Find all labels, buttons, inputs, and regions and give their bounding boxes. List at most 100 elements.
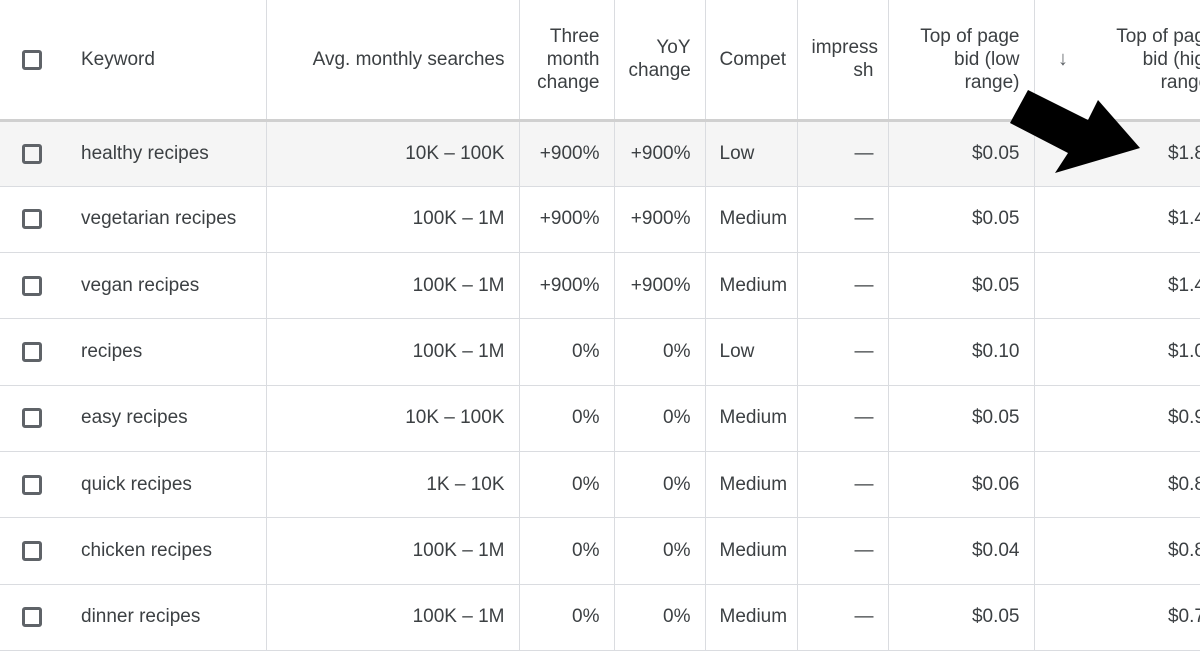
- impression-share-cell: —: [797, 252, 889, 319]
- row-select-cell: [0, 120, 66, 186]
- keyword-cell: dinner recipes: [66, 584, 267, 651]
- yoy-change-cell: 0%: [614, 517, 706, 585]
- top-bid-high-cell: $0.81: [1034, 517, 1200, 585]
- table-row[interactable]: dinner recipes 100K – 1M 0% 0% Medium — $0.05 $…: [0, 584, 1200, 651]
- row-checkbox[interactable]: [22, 143, 42, 164]
- avg-monthly-searches-cell: 100K – 1M: [266, 252, 520, 319]
- top-bid-low-cell: $0.05: [888, 385, 1035, 452]
- three-month-change-cell: 0%: [519, 318, 615, 386]
- yoy-change-cell: 0%: [614, 584, 706, 651]
- yoy-change-cell: +900%: [614, 252, 706, 319]
- three-month-change-cell: 0%: [519, 385, 615, 452]
- top-bid-high-cell: $0.82: [1034, 451, 1200, 518]
- keyword-cell: easy recipes: [66, 385, 267, 452]
- impression-share-cell: —: [797, 186, 889, 253]
- top-bid-high-cell: $0.74: [1034, 584, 1200, 651]
- column-header-keyword[interactable]: Keyword: [66, 0, 267, 122]
- avg-monthly-searches-cell: 10K – 100K: [266, 120, 520, 187]
- top-bid-low-cell: $0.06: [888, 451, 1035, 518]
- top-bid-high-cell: $1.42: [1034, 252, 1200, 319]
- column-header-yoy-change[interactable]: YoY change: [614, 0, 706, 122]
- avg-monthly-searches-cell: 1K – 10K: [266, 451, 520, 518]
- keyword-cell: recipes: [66, 318, 267, 386]
- yoy-change-cell: 0%: [614, 451, 706, 518]
- top-bid-low-cell: $0.10: [888, 318, 1035, 386]
- yoy-change-cell: +900%: [614, 186, 706, 253]
- column-header-competition[interactable]: Compet: [705, 0, 798, 122]
- row-select-cell: [0, 451, 66, 517]
- competition-cell: Low: [705, 120, 798, 187]
- three-month-change-cell: +900%: [519, 186, 615, 253]
- yoy-change-cell: +900%: [614, 120, 706, 187]
- impression-share-cell: —: [797, 318, 889, 386]
- sort-descending-icon[interactable]: ↓: [1058, 48, 1068, 71]
- impression-share-cell: —: [797, 584, 889, 651]
- table-row[interactable]: easy recipes 10K – 100K 0% 0% Medium — $0.05 $0…: [0, 385, 1200, 452]
- select-all-cell: [0, 0, 66, 122]
- row-select-cell: [0, 186, 66, 252]
- top-bid-high-label: Top of page bid (high range): [1116, 25, 1200, 93]
- row-select-cell: [0, 385, 66, 451]
- top-bid-low-cell: $0.05: [888, 584, 1035, 651]
- yoy-change-cell: 0%: [614, 385, 706, 452]
- top-bid-high-cell: $1.80: [1034, 120, 1200, 187]
- competition-cell: Medium: [705, 385, 798, 452]
- avg-monthly-searches-cell: 100K – 1M: [266, 318, 520, 386]
- header-row: Keyword Avg. monthly searches Three mont…: [0, 0, 1200, 122]
- avg-monthly-searches-cell: 100K – 1M: [266, 517, 520, 585]
- three-month-change-cell: +900%: [519, 120, 615, 187]
- top-bid-high-cell: $0.91: [1034, 385, 1200, 452]
- three-month-change-cell: 0%: [519, 451, 615, 518]
- competition-cell: Low: [705, 318, 798, 386]
- row-checkbox[interactable]: [22, 540, 42, 561]
- table-row[interactable]: vegetarian recipes 100K – 1M +900% +900% Med…: [0, 186, 1200, 253]
- row-checkbox[interactable]: [22, 408, 42, 429]
- row-checkbox[interactable]: [22, 209, 42, 230]
- keyword-cell: healthy recipes: [66, 120, 267, 187]
- avg-monthly-searches-cell: 100K – 1M: [266, 584, 520, 651]
- three-month-change-cell: 0%: [519, 584, 615, 651]
- column-header-top-bid-low[interactable]: Top of page bid (low range): [888, 0, 1035, 122]
- avg-monthly-searches-cell: 10K – 100K: [266, 385, 520, 452]
- row-select-cell: [0, 253, 66, 319]
- column-header-impression-share[interactable]: impress sh: [797, 0, 889, 122]
- select-all-checkbox[interactable]: [22, 49, 42, 70]
- top-bid-low-cell: $0.05: [888, 186, 1035, 253]
- row-select-cell: [0, 518, 66, 584]
- top-bid-high-cell: $1.42: [1034, 186, 1200, 253]
- column-header-avg-monthly-searches[interactable]: Avg. monthly searches: [266, 0, 520, 122]
- row-checkbox[interactable]: [22, 474, 42, 495]
- top-bid-high-cell: $1.01: [1034, 318, 1200, 386]
- competition-cell: Medium: [705, 252, 798, 319]
- column-header-three-month-change[interactable]: Three month change: [519, 0, 615, 122]
- row-checkbox[interactable]: [22, 275, 42, 296]
- table-row[interactable]: vegan recipes 100K – 1M +900% +900% Medium — $…: [0, 252, 1200, 319]
- competition-cell: Medium: [705, 584, 798, 651]
- impression-share-cell: —: [797, 517, 889, 585]
- impression-share-cell: —: [797, 451, 889, 518]
- avg-monthly-searches-cell: 100K – 1M: [266, 186, 520, 253]
- keyword-cell: quick recipes: [66, 451, 267, 518]
- competition-cell: Medium: [705, 186, 798, 253]
- row-checkbox[interactable]: [22, 342, 42, 363]
- competition-cell: Medium: [705, 451, 798, 518]
- table-row[interactable]: healthy recipes 10K – 100K +900% +900% Low — $…: [0, 120, 1200, 187]
- keyword-cell: vegetarian recipes: [66, 186, 267, 253]
- three-month-change-cell: 0%: [519, 517, 615, 585]
- row-select-cell: [0, 584, 66, 650]
- row-select-cell: [0, 319, 66, 385]
- keyword-cell: vegan recipes: [66, 252, 267, 319]
- keyword-ideas-table: Keyword Avg. monthly searches Three mont…: [0, 0, 1200, 651]
- impression-share-cell: —: [797, 120, 889, 187]
- table-row[interactable]: chicken recipes 100K – 1M 0% 0% Medium — $0.04…: [0, 517, 1200, 585]
- row-checkbox[interactable]: [22, 607, 42, 628]
- top-bid-low-cell: $0.05: [888, 120, 1035, 187]
- competition-cell: Medium: [705, 517, 798, 585]
- table-row[interactable]: recipes100K – 1M0%0%Low—$0.10$1.01: [0, 318, 1200, 386]
- keyword-cell: chicken recipes: [66, 517, 267, 585]
- top-bid-low-cell: $0.04: [888, 517, 1035, 585]
- three-month-change-cell: +900%: [519, 252, 615, 319]
- table-row[interactable]: quick recipes 1K – 10K 0% 0% Medium — $0.06 $0.…: [0, 451, 1200, 518]
- yoy-change-cell: 0%: [614, 318, 706, 386]
- impression-share-cell: —: [797, 385, 889, 452]
